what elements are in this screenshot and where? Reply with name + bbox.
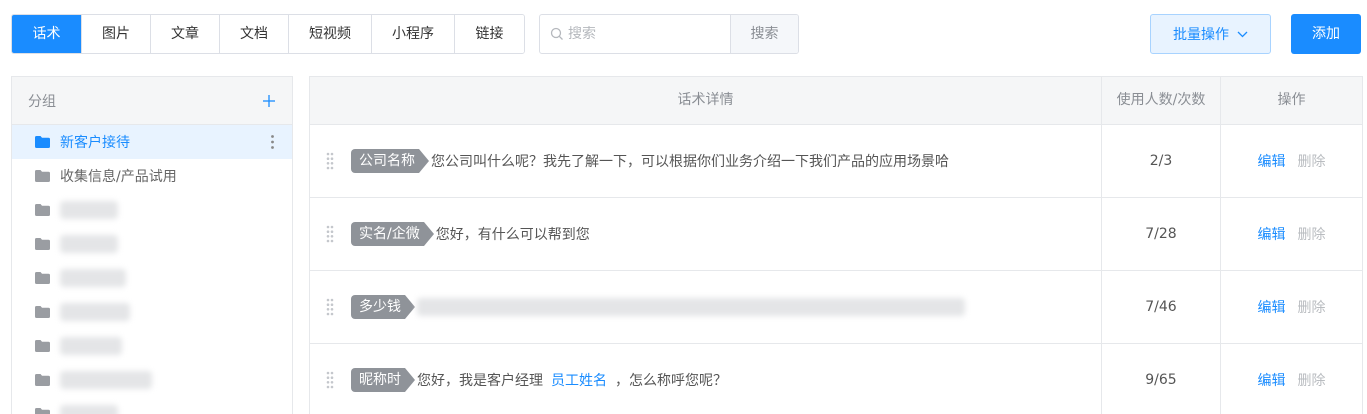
delete-link[interactable]: 删除 xyxy=(1298,151,1326,171)
detail-cell: 昵称时 您好，我是客户经理 员工姓名 ，怎么称呼您呢？ xyxy=(310,344,1102,414)
table-row: 公司名称 您公司叫什么呢？我先了解一下，可以根据你们业务介绍一下我们产品的应用场… xyxy=(310,125,1362,198)
drag-handle-icon[interactable] xyxy=(326,298,334,316)
tab-short-videos[interactable]: 短视频 xyxy=(289,15,372,53)
search-box: 搜索 xyxy=(539,14,799,54)
ops-cell: 编辑 删除 xyxy=(1221,198,1362,270)
script-content-after: ，怎么称呼您呢？ xyxy=(615,373,727,389)
script-tag: 实名/企微 xyxy=(351,222,434,246)
folder-icon xyxy=(35,204,50,216)
tab-images[interactable]: 图片 xyxy=(82,15,151,53)
batch-operations-button[interactable]: 批量操作 xyxy=(1150,14,1271,54)
sidebar-item-redacted[interactable] xyxy=(12,295,292,329)
edit-link[interactable]: 编辑 xyxy=(1258,224,1286,244)
header-usage: 使用人数/次数 xyxy=(1102,77,1221,124)
edit-link[interactable]: 编辑 xyxy=(1258,151,1286,171)
drag-handle-icon[interactable] xyxy=(326,371,334,389)
redacted-label xyxy=(60,269,126,287)
ops-cell: 编辑 删除 xyxy=(1221,271,1362,343)
script-content: 您公司叫什么呢？我先了解一下，可以根据你们业务介绍一下我们产品的应用场景哈 xyxy=(431,154,949,170)
folder-icon xyxy=(35,170,50,182)
delete-link[interactable]: 删除 xyxy=(1298,297,1326,317)
sidebar-item-new-customer[interactable]: 新客户接待 xyxy=(12,125,292,159)
redacted-label xyxy=(60,337,122,355)
chevron-down-icon xyxy=(1237,31,1248,37)
usage-count: 2/3 xyxy=(1102,125,1221,197)
usage-count: 7/46 xyxy=(1102,271,1221,343)
table-row: 实名/企微 您好，有什么可以帮到您 7/28 编辑 删除 xyxy=(310,198,1362,271)
add-button[interactable]: 添加 xyxy=(1291,14,1361,54)
script-tag: 昵称时 xyxy=(351,368,415,392)
more-vertical-icon[interactable] xyxy=(271,135,274,149)
redacted-label xyxy=(60,405,118,414)
folder-icon xyxy=(35,272,50,284)
sidebar-item-redacted[interactable] xyxy=(12,261,292,295)
add-group-icon[interactable] xyxy=(262,94,276,108)
tab-documents[interactable]: 文档 xyxy=(220,15,289,53)
sidebar-item-label: 新客户接待 xyxy=(60,135,130,151)
detail-cell: 公司名称 您公司叫什么呢？我先了解一下，可以根据你们业务介绍一下我们产品的应用场… xyxy=(310,125,1102,197)
sidebar-item-label: 收集信息/产品试用 xyxy=(60,169,177,185)
content-type-tabs: 话术 图片 文章 文档 短视频 小程序 链接 xyxy=(11,14,525,54)
tab-links[interactable]: 链接 xyxy=(455,15,524,53)
search-field-wrapper xyxy=(540,15,730,53)
ops-cell: 编辑 删除 xyxy=(1221,344,1362,414)
delete-link[interactable]: 删除 xyxy=(1298,224,1326,244)
batch-operations-label: 批量操作 xyxy=(1173,27,1229,43)
script-tag: 公司名称 xyxy=(351,149,429,173)
redacted-label xyxy=(60,235,118,253)
tab-mini-programs[interactable]: 小程序 xyxy=(372,15,455,53)
script-tag: 多少钱 xyxy=(351,295,415,319)
folder-icon xyxy=(35,340,50,352)
tab-articles[interactable]: 文章 xyxy=(151,15,220,53)
edit-link[interactable]: 编辑 xyxy=(1258,297,1286,317)
search-button[interactable]: 搜索 xyxy=(730,15,798,53)
search-input[interactable] xyxy=(568,26,718,42)
header-detail: 话术详情 xyxy=(310,77,1102,124)
sidebar-item-redacted[interactable] xyxy=(12,227,292,261)
detail-cell: 多少钱 xyxy=(310,271,1102,343)
edit-link[interactable]: 编辑 xyxy=(1258,370,1286,390)
drag-handle-icon[interactable] xyxy=(326,152,334,170)
detail-cell: 实名/企微 您好，有什么可以帮到您 xyxy=(310,198,1102,270)
delete-link[interactable]: 删除 xyxy=(1298,370,1326,390)
sidebar-item-redacted[interactable] xyxy=(12,397,292,414)
script-content-before: 您好，我是客户经理 xyxy=(417,373,543,389)
sidebar-item-redacted[interactable] xyxy=(12,329,292,363)
folder-icon xyxy=(35,374,50,386)
tab-scripts[interactable]: 话术 xyxy=(12,15,82,53)
redacted-label xyxy=(60,201,118,219)
group-sidebar: 分组 新客户接待 收集信息/产品试用 xyxy=(11,76,293,414)
folder-icon xyxy=(35,306,50,318)
search-icon xyxy=(550,27,563,40)
usage-count: 7/28 xyxy=(1102,198,1221,270)
sidebar-item-collect-info[interactable]: 收集信息/产品试用 xyxy=(12,159,292,193)
folder-icon xyxy=(35,136,50,148)
ops-cell: 编辑 删除 xyxy=(1221,125,1362,197)
usage-count: 9/65 xyxy=(1102,344,1221,414)
redacted-content xyxy=(417,298,965,316)
header-ops: 操作 xyxy=(1277,92,1306,108)
sidebar-item-redacted[interactable] xyxy=(12,363,292,397)
scripts-table: 话术详情 使用人数/次数 操作 公司名称 您公司叫什么呢？我先了解一下，可以根据… xyxy=(309,76,1363,414)
redacted-label xyxy=(60,303,130,321)
table-row: 昵称时 您好，我是客户经理 员工姓名 ，怎么称呼您呢？ 9/65 编辑 删除 xyxy=(310,344,1362,414)
drag-handle-icon[interactable] xyxy=(326,225,334,243)
folder-icon xyxy=(35,408,50,414)
sidebar-item-redacted[interactable] xyxy=(12,193,292,227)
sidebar-header: 分组 xyxy=(12,77,292,125)
table-row: 多少钱 7/46 编辑 删除 xyxy=(310,271,1362,344)
script-content: 您好，有什么可以帮到您 xyxy=(435,227,590,243)
folder-icon xyxy=(35,238,50,250)
table-header: 话术详情 使用人数/次数 操作 xyxy=(310,77,1362,125)
sidebar-title: 分组 xyxy=(28,93,56,110)
redacted-label xyxy=(60,371,152,389)
variable-employee-name: 员工姓名 xyxy=(551,373,607,389)
